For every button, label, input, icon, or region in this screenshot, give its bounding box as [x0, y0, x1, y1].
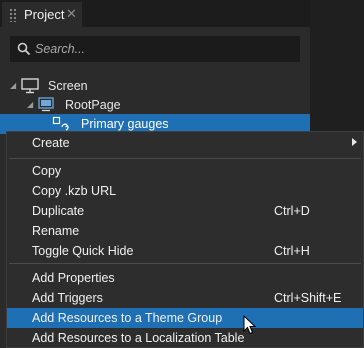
submenu-arrow-icon	[352, 138, 357, 146]
screen-icon	[21, 78, 39, 94]
mouse-cursor-icon	[243, 315, 257, 335]
close-icon[interactable]: ✕	[66, 6, 77, 22]
tab-project-label: Project	[24, 7, 65, 22]
menu-item-label: Create	[32, 136, 70, 150]
tab-strip: Project ✕	[0, 0, 310, 27]
menu-item-label: Toggle Quick Hide	[32, 244, 134, 258]
menu-item-copy[interactable]: Copy	[7, 161, 363, 181]
menu-item-add-resources-localization-table[interactable]: Add Resources to a Localization Table	[7, 328, 363, 348]
menu-item-shortcut: Ctrl+Shift+E	[274, 291, 342, 305]
menu-item-label: Add Resources to a Theme Group	[32, 311, 223, 325]
menu-item-rename[interactable]: Rename	[7, 221, 363, 241]
page-icon	[38, 97, 54, 112]
menu-item-shortcut: Ctrl+H	[274, 244, 310, 258]
menu-item-shortcut: Ctrl+D	[274, 204, 310, 218]
menu-item-label: Duplicate	[32, 204, 85, 218]
menu-item-label: Add Resources to a Localization Table	[32, 331, 245, 345]
menu-item-label: Add Triggers	[32, 291, 103, 305]
menu-item-add-triggers[interactable]: Add Triggers Ctrl+Shift+E	[7, 288, 363, 308]
tree-item-rootpage[interactable]: ◢ RootPage	[0, 95, 310, 115]
menu-item-copy-kzb-url[interactable]: Copy .kzb URL	[7, 181, 363, 201]
menu-item-label: Rename	[32, 224, 80, 238]
tree-item-screen[interactable]: ◢ Screen	[0, 76, 310, 96]
menu-item-label: Copy .kzb URL	[32, 184, 117, 198]
menu-separator	[9, 158, 361, 159]
menu-item-label: Copy	[32, 164, 62, 178]
tree-item-label: Primary gauges	[81, 117, 169, 131]
menu-item-label: Add Properties	[32, 271, 115, 285]
drag-grip-icon[interactable]	[9, 8, 17, 22]
search-box[interactable]	[10, 36, 300, 62]
expand-arrow-icon[interactable]: ◢	[10, 81, 16, 90]
context-menu: Create Copy Copy .kzb URL Duplicate Ctrl…	[6, 131, 364, 348]
tree-item-label: RootPage	[65, 98, 121, 112]
menu-item-duplicate[interactable]: Duplicate Ctrl+D	[7, 201, 363, 221]
menu-item-add-properties[interactable]: Add Properties	[7, 268, 363, 288]
menu-item-add-resources-theme-group[interactable]: Add Resources to a Theme Group	[7, 308, 363, 328]
search-icon	[17, 42, 31, 56]
expand-arrow-icon[interactable]: ◢	[27, 100, 33, 109]
menu-item-toggle-quick-hide[interactable]: Toggle Quick Hide Ctrl+H	[7, 241, 363, 261]
menu-item-create[interactable]: Create	[7, 133, 363, 153]
search-input[interactable]	[35, 40, 290, 58]
tab-project[interactable]: Project ✕	[2, 2, 82, 27]
tree-item-label: Screen	[48, 79, 88, 93]
menu-separator	[9, 263, 361, 264]
